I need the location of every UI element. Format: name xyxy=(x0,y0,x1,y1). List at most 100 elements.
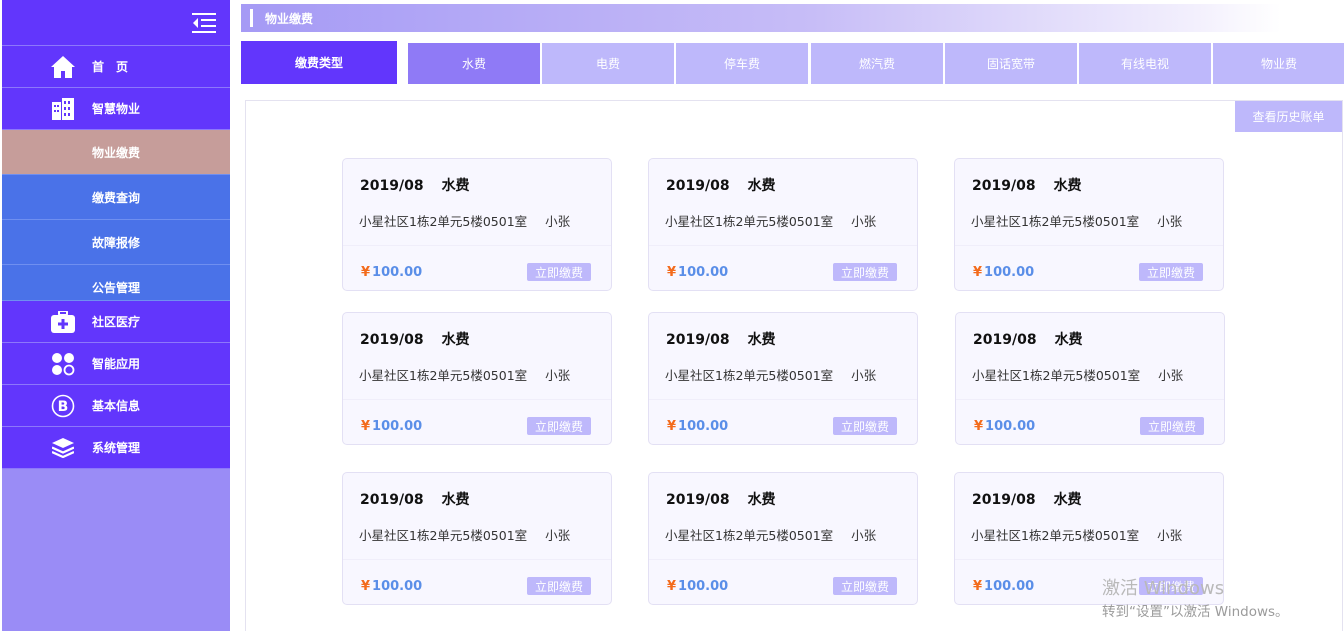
layers-icon xyxy=(50,435,76,461)
bill-card: 2019/08 水费 小星社区1栋2单元5楼0501室 小张 ¥100.00 立即缴… xyxy=(955,312,1225,445)
sidebar-item-medical[interactable]: 社区医疗 xyxy=(2,301,230,343)
pay-now-button[interactable]: 立即缴费 xyxy=(833,263,897,281)
sidebar-header xyxy=(2,0,230,46)
tab-gas[interactable]: 燃汽费 xyxy=(811,43,943,84)
card-divider xyxy=(956,399,1224,400)
tab-water[interactable]: 水费 xyxy=(408,43,540,84)
sidebar-item-label: 智慧物业 xyxy=(92,102,141,116)
bill-person: 小张 xyxy=(1157,214,1183,229)
sidebar-subitem-payment-query[interactable]: 缴费查询 xyxy=(2,175,230,220)
bill-amount: 100.00 xyxy=(372,265,423,280)
bill-amount: 100.00 xyxy=(984,579,1035,594)
sidebar-item-label: 首 页 xyxy=(92,60,129,74)
menu-collapse-icon[interactable] xyxy=(192,13,216,33)
card-divider xyxy=(343,559,611,560)
sidebar-subitem-repair[interactable]: 故障报修 xyxy=(2,220,230,265)
sidebar-item-basic-info[interactable]: B 基本信息 xyxy=(2,385,230,427)
currency-symbol: ¥ xyxy=(974,419,984,434)
pay-now-button[interactable]: 立即缴费 xyxy=(833,417,897,435)
sidebar-item-label: 智能应用 xyxy=(92,357,141,371)
bill-card: 2019/08 水费 小星社区1栋2单元5楼0501室 小张 ¥100.00 立即缴… xyxy=(342,472,612,605)
sidebar-item-smart-apps[interactable]: 智能应用 xyxy=(2,343,230,385)
pay-now-button[interactable]: 立即缴费 xyxy=(1140,417,1204,435)
bill-address: 小星社区1栋2单元5楼0501室 xyxy=(971,528,1140,543)
bill-type: 水费 xyxy=(441,332,470,348)
bill-type: 水费 xyxy=(747,492,776,508)
sidebar-subitem-property-payment[interactable]: 物业缴费 xyxy=(2,130,230,175)
tab-electricity[interactable]: 电费 xyxy=(542,43,674,84)
bill-period: 2019/08 xyxy=(666,178,730,194)
bill-type: 水费 xyxy=(1053,492,1082,508)
bill-person: 小张 xyxy=(851,214,877,229)
bill-card: 2019/08 水费 小星社区1栋2单元5楼0501室 小张 ¥100.00 立即缴… xyxy=(648,312,918,445)
sidebar-item-label: 社区医疗 xyxy=(92,315,141,329)
bill-period: 2019/08 xyxy=(666,332,730,348)
bill-card: 2019/08 水费 小星社区1栋2单元5楼0501室 小张 ¥100.00 立即缴… xyxy=(954,158,1224,291)
pay-now-button[interactable]: 立即缴费 xyxy=(1139,263,1203,281)
pay-now-button[interactable]: 立即缴费 xyxy=(527,263,591,281)
sidebar-subitem-notice[interactable]: 公告管理 xyxy=(2,265,230,301)
sidebar-item-label: 系统管理 xyxy=(92,441,141,455)
bill-address: 小星社区1栋2单元5楼0501室 xyxy=(665,528,834,543)
windows-activation-watermark: 激活 Windows xyxy=(1102,578,1225,599)
bill-address: 小星社区1栋2单元5楼0501室 xyxy=(665,214,834,229)
currency-symbol: ¥ xyxy=(973,579,983,594)
currency-symbol: ¥ xyxy=(667,419,677,434)
pay-now-button[interactable]: 立即缴费 xyxy=(527,577,591,595)
bill-amount: 100.00 xyxy=(678,265,729,280)
sidebar-item-system[interactable]: 系统管理 xyxy=(2,427,230,469)
svg-text:B: B xyxy=(58,399,69,415)
bill-card: 2019/08 水费 小星社区1栋2单元5楼0501室 小张 ¥100.00 立即缴… xyxy=(342,312,612,445)
payment-type-tabs: 缴费类型 水费 电费 停车费 燃汽费 固话宽带 有线电视 物业费 xyxy=(241,41,1344,84)
bill-person: 小张 xyxy=(851,528,877,543)
sidebar-item-smart-property[interactable]: 智慧物业 xyxy=(2,88,230,130)
bill-address: 小星社区1栋2单元5楼0501室 xyxy=(665,368,834,383)
bill-type: 水费 xyxy=(747,332,776,348)
bill-period: 2019/08 xyxy=(360,178,424,194)
bill-period: 2019/08 xyxy=(360,492,424,508)
card-divider xyxy=(649,399,917,400)
bill-person: 小张 xyxy=(851,368,877,383)
card-divider xyxy=(955,245,1223,246)
bill-amount: 100.00 xyxy=(372,579,423,594)
app-root: 首 页 智慧物业 物业缴费 缴费查询 故障报修 公告管理 社区医疗 智能应用 B… xyxy=(0,0,1344,631)
bill-amount: 100.00 xyxy=(678,419,729,434)
bill-person: 小张 xyxy=(545,528,571,543)
page-title: 物业缴费 xyxy=(265,11,314,26)
bill-person: 小张 xyxy=(545,368,571,383)
tab-property-fee[interactable]: 物业费 xyxy=(1213,43,1344,84)
currency-symbol: ¥ xyxy=(667,265,677,280)
building-icon xyxy=(50,96,76,122)
bitcoin-icon: B xyxy=(50,393,76,419)
card-divider xyxy=(955,559,1223,560)
bill-amount: 100.00 xyxy=(984,265,1035,280)
tab-cable-tv[interactable]: 有线电视 xyxy=(1079,43,1211,84)
bill-period: 2019/08 xyxy=(360,332,424,348)
sidebar-subitem-label: 故障报修 xyxy=(92,235,141,250)
home-icon xyxy=(50,54,76,80)
bill-type: 水费 xyxy=(441,178,470,194)
tab-parking[interactable]: 停车费 xyxy=(676,43,808,84)
currency-symbol: ¥ xyxy=(667,579,677,594)
bill-card: 2019/08 水费 小星社区1栋2单元5楼0501室 小张 ¥100.00 立即缴… xyxy=(648,472,918,605)
bill-type: 水费 xyxy=(441,492,470,508)
bill-amount: 100.00 xyxy=(985,419,1036,434)
bill-card: 2019/08 水费 小星社区1栋2单元5楼0501室 小张 ¥100.00 立即缴… xyxy=(648,158,918,291)
clover-icon xyxy=(50,351,76,377)
card-divider xyxy=(649,245,917,246)
history-bills-button[interactable]: 查看历史账单 xyxy=(1235,101,1342,132)
pay-now-button[interactable]: 立即缴费 xyxy=(527,417,591,435)
sidebar-subitem-label: 公告管理 xyxy=(92,281,141,295)
payment-type-label: 缴费类型 xyxy=(241,41,397,84)
pay-now-button[interactable]: 立即缴费 xyxy=(833,577,897,595)
bill-address: 小星社区1栋2单元5楼0501室 xyxy=(359,214,528,229)
tab-broadband[interactable]: 固话宽带 xyxy=(945,43,1077,84)
page-title-bar: 物业缴费 xyxy=(241,4,1281,32)
bill-address: 小星社区1栋2单元5楼0501室 xyxy=(971,214,1140,229)
sidebar-item-home[interactable]: 首 页 xyxy=(2,46,230,88)
bill-type: 水费 xyxy=(747,178,776,194)
bill-address: 小星社区1栋2单元5楼0501室 xyxy=(972,368,1141,383)
bill-address: 小星社区1栋2单元5楼0501室 xyxy=(359,368,528,383)
bill-card: 2019/08 水费 小星社区1栋2单元5楼0501室 小张 ¥100.00 立即缴… xyxy=(342,158,612,291)
currency-symbol: ¥ xyxy=(361,265,371,280)
